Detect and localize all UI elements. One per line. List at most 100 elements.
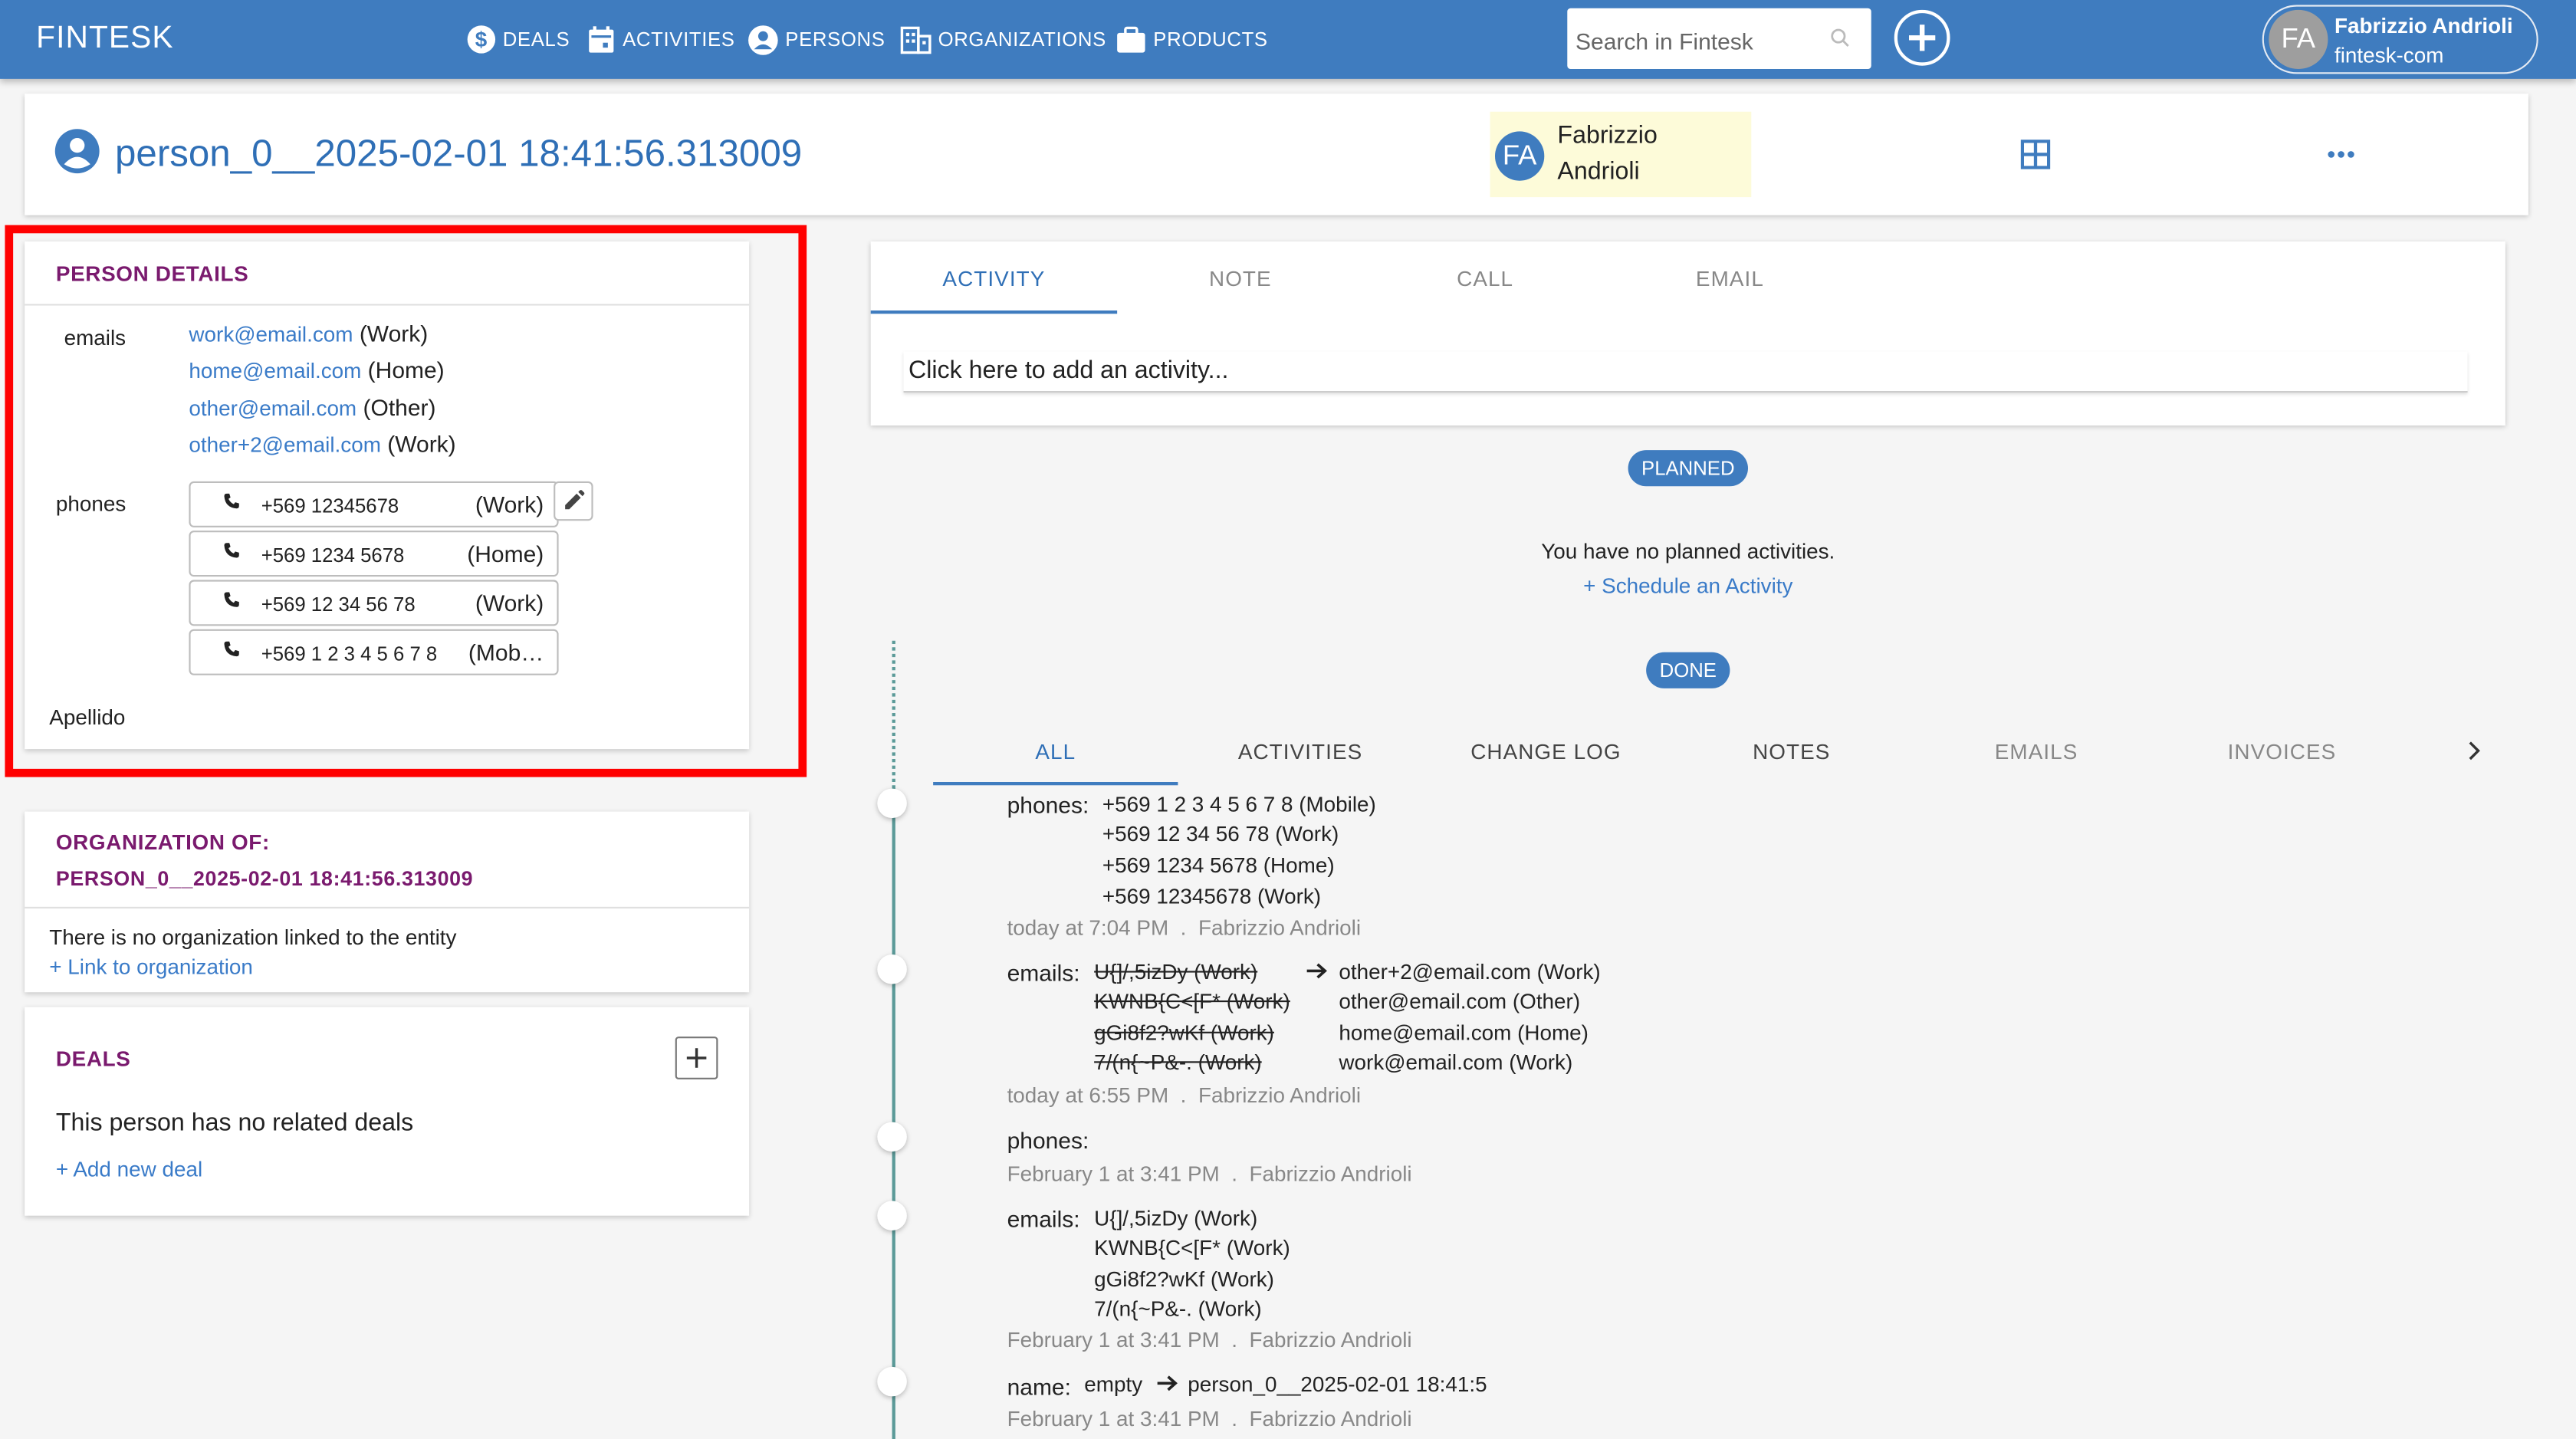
email-link[interactable]: other@email.com: [189, 396, 356, 420]
nav-products[interactable]: PRODUCTS: [1116, 23, 1268, 56]
briefcase-icon: [1117, 26, 1145, 53]
email-link[interactable]: work@email.com: [189, 322, 353, 347]
more-options-icon[interactable]: [2326, 149, 2356, 159]
phone-icon: [224, 592, 239, 607]
email-item: other+2@email.com (Work): [189, 430, 455, 456]
add-new-deal-link[interactable]: + Add new deal: [56, 1157, 202, 1181]
change-value: 7/(n{~P&-. (Work): [1094, 1296, 1262, 1321]
change-value: +569 12 34 56 78 (Work): [1102, 821, 1339, 846]
phones-label: phones: [55, 491, 127, 516]
dollar-icon: $: [467, 25, 496, 54]
deals-empty-text: This person has no related deals: [55, 1109, 414, 1137]
user-menu[interactable]: FA Fabrizzio Andrioli fintesk-com: [2262, 5, 2538, 74]
nav-deals-label: DEALS: [502, 28, 570, 51]
change-meta: February 1 at 3:41 PM . Fabrizzio Andrio…: [1007, 1406, 1412, 1431]
old-value: U{]/,5izDy (Work): [1094, 959, 1258, 984]
add-deal-button[interactable]: [675, 1037, 718, 1079]
divider: [25, 304, 750, 306]
email-type: (Work): [359, 320, 429, 347]
email-link[interactable]: home@email.com: [189, 358, 361, 383]
change-time: today at 6:55 PM: [1007, 1083, 1169, 1108]
organization-title: ORGANIZATION OF:: [55, 830, 270, 855]
person-details-title: PERSON DETAILS: [55, 261, 249, 286]
change-user: Fabrizzio Andrioli: [1198, 1083, 1362, 1108]
tab-notes[interactable]: NOTES: [1669, 739, 1914, 764]
email-item: work@email.com (Work): [189, 320, 428, 347]
change-value: +569 1234 5678 (Home): [1102, 853, 1335, 878]
user-org: fintesk-com: [2334, 42, 2444, 67]
phone-chip[interactable]: +569 12345678 (Work): [189, 481, 559, 527]
timeline-dotted-connector: [892, 640, 895, 789]
email-link[interactable]: other+2@email.com: [189, 432, 380, 457]
brand-logo[interactable]: FINTESK: [36, 21, 173, 57]
phone-number: +569 12345678: [261, 494, 399, 517]
tab-all[interactable]: ALL: [933, 739, 1178, 764]
change-user: Fabrizzio Andrioli: [1198, 915, 1362, 940]
phone-chip[interactable]: +569 12 34 56 78 (Work): [189, 580, 559, 626]
change-user: Fabrizzio Andrioli: [1249, 1327, 1412, 1352]
edit-phones-button[interactable]: [554, 481, 593, 521]
phone-icon: [224, 493, 239, 509]
add-activity-input[interactable]: Click here to add an activity...: [903, 352, 2468, 393]
change-user: Fabrizzio Andrioli: [1249, 1406, 1412, 1431]
quick-add-button[interactable]: [1894, 9, 1950, 66]
change-value: gGi8f2?wKf (Work): [1094, 1267, 1274, 1292]
nav-persons[interactable]: PERSONS: [748, 23, 886, 56]
organization-empty-text: There is no organization linked to the e…: [49, 925, 457, 950]
tab-emails[interactable]: EMAILS: [1914, 739, 2158, 764]
person-avatar-icon: [54, 129, 100, 174]
new-value: other@email.com (Other): [1339, 989, 1581, 1014]
grid-view-icon[interactable]: [2020, 140, 2051, 169]
nav-products-label: PRODUCTS: [1153, 28, 1268, 51]
owner-chip[interactable]: FA Fabrizzio Andrioli: [1490, 111, 1752, 198]
meta-separator: .: [1180, 1083, 1187, 1108]
search-input[interactable]: [1572, 8, 1835, 73]
change-meta: today at 7:04 PM . Fabrizzio Andrioli: [1007, 915, 1362, 940]
phone-type: (Work): [475, 590, 544, 616]
nav-organizations[interactable]: ORGANIZATIONS: [900, 23, 1106, 56]
timeline-line: [892, 788, 895, 1439]
chevron-right-icon[interactable]: [2468, 741, 2481, 761]
new-value: home@email.com (Home): [1339, 1020, 1589, 1045]
new-value: person_0__2025-02-01 18:41:5: [1188, 1372, 1487, 1397]
tab-note[interactable]: NOTE: [1117, 266, 1363, 291]
owner-avatar: FA: [1494, 131, 1545, 181]
timeline-dot: [877, 1201, 907, 1230]
meta-separator: .: [1231, 1161, 1238, 1187]
tab-activities[interactable]: ACTIVITIES: [1178, 739, 1422, 764]
change-time: February 1 at 3:41 PM: [1007, 1161, 1220, 1187]
link-organization-link[interactable]: + Link to organization: [49, 954, 253, 979]
nav-activities[interactable]: ACTIVITIES: [586, 23, 735, 56]
add-activity-placeholder: Click here to add an activity...: [909, 356, 1229, 385]
change-field-label: emails:: [1007, 1205, 1080, 1233]
timeline-dot: [877, 788, 907, 819]
active-tab-indicator: [933, 781, 1178, 786]
phone-chip[interactable]: +569 1234 5678 (Home): [189, 531, 559, 577]
tab-call[interactable]: CALL: [1362, 266, 1608, 291]
active-tab-indicator: [870, 310, 1118, 314]
pencil-icon: [565, 490, 585, 510]
nav-deals[interactable]: $ DEALS: [467, 23, 570, 56]
search-icon[interactable]: [1830, 28, 1850, 48]
tab-email[interactable]: EMAIL: [1607, 266, 1853, 291]
top-bar: FINTESK $ DEALS ACTIVITIES PERSONS ORGAN…: [0, 0, 2576, 79]
tab-activity[interactable]: ACTIVITY: [871, 266, 1117, 291]
divider: [25, 906, 750, 908]
timeline-dot: [877, 954, 907, 984]
tab-change-log[interactable]: CHANGE LOG: [1423, 739, 1669, 764]
calendar-icon: [589, 26, 614, 53]
phone-type: (Home): [467, 540, 544, 567]
tab-invoices[interactable]: INVOICES: [2159, 739, 2405, 764]
change-time: February 1 at 3:41 PM: [1007, 1327, 1220, 1352]
app-root: FINTESK $ DEALS ACTIVITIES PERSONS ORGAN…: [0, 0, 2576, 1439]
timeline-dot: [877, 1366, 907, 1397]
phone-chip[interactable]: +569 1 2 3 4 5 6 7 8 (Mob…: [189, 629, 559, 675]
email-item: home@email.com (Home): [189, 356, 444, 383]
email-type: (Work): [387, 430, 456, 457]
user-name: Fabrizzio Andrioli: [2334, 13, 2513, 38]
schedule-activity-link[interactable]: + Schedule an Activity: [1364, 573, 2013, 598]
change-value: KWNB{C<[F* (Work): [1094, 1235, 1290, 1260]
user-avatar: FA: [2269, 9, 2328, 70]
arrow-right-icon: [1157, 1375, 1178, 1391]
deals-title: DEALS: [55, 1046, 131, 1072]
